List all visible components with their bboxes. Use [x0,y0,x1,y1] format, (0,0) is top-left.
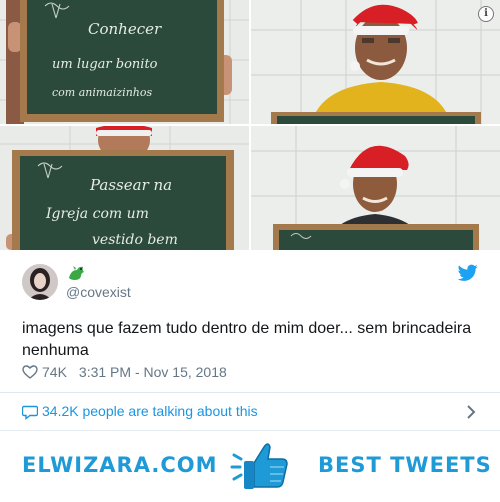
tweet-card: @covexist imagens que fazem tudo dentro … [0,250,500,430]
conversation-count[interactable]: 34.2K people are talking about this [42,403,258,419]
thumbs-up-icon [226,433,292,497]
conversation-link[interactable]: 34.2K people are talking about this [0,392,500,430]
user-handle[interactable]: @covexist [66,284,131,300]
chalkboard-photo-3: Passear na Igreja com um vestido bem [0,126,249,250]
footer-banner: ELWIZARA.COM BEST TWEETS [0,430,500,502]
portrait-photo-2 [251,0,500,124]
like-count[interactable]: 74K [42,364,67,380]
site-name[interactable]: ELWIZARA.COM [22,453,218,477]
board-line-1-1: Conhecer [88,20,162,38]
photo-santa-man-2[interactable] [251,126,500,250]
speech-bubble-icon [21,404,39,420]
info-button[interactable]: i [478,6,494,22]
board-line-3-2: Igreja com um [45,206,149,222]
tweet-text: imagens que fazem tudo dentro de mim doe… [22,320,472,359]
timestamp[interactable]: 3:31 PM - Nov 15, 2018 [79,364,227,380]
photo-santa-man-1[interactable]: i [251,0,500,124]
photo-chalkboard-2[interactable]: Passear na Igreja com um vestido bem [0,126,249,250]
tweet-meta: 74K 3:31 PM - Nov 15, 2018 [22,362,227,382]
info-icon: i [484,8,488,19]
avatar[interactable] [22,264,58,300]
dragon-emoji-icon[interactable] [66,264,88,282]
board-line-3-3: vestido bem [92,232,178,248]
photo-grid: Conhecer um lugar bonito com animaizinho… [0,0,500,250]
portrait-photo-4 [251,126,500,250]
chalkboard-photo-1: Conhecer um lugar bonito com animaizinho… [0,0,249,124]
best-tweets-label: BEST TWEETS [318,453,492,477]
avatar-image [22,264,58,300]
board-line-1-2: um lugar bonito [52,57,158,72]
board-line-1-3: com animaizinhos [52,86,152,99]
photo-chalkboard-1[interactable]: Conhecer um lugar bonito com animaizinho… [0,0,249,124]
twitter-bird-icon[interactable] [457,264,478,282]
heart-icon[interactable] [22,365,38,379]
board-line-3-1: Passear na [89,176,172,194]
chevron-right-icon[interactable] [466,404,476,420]
